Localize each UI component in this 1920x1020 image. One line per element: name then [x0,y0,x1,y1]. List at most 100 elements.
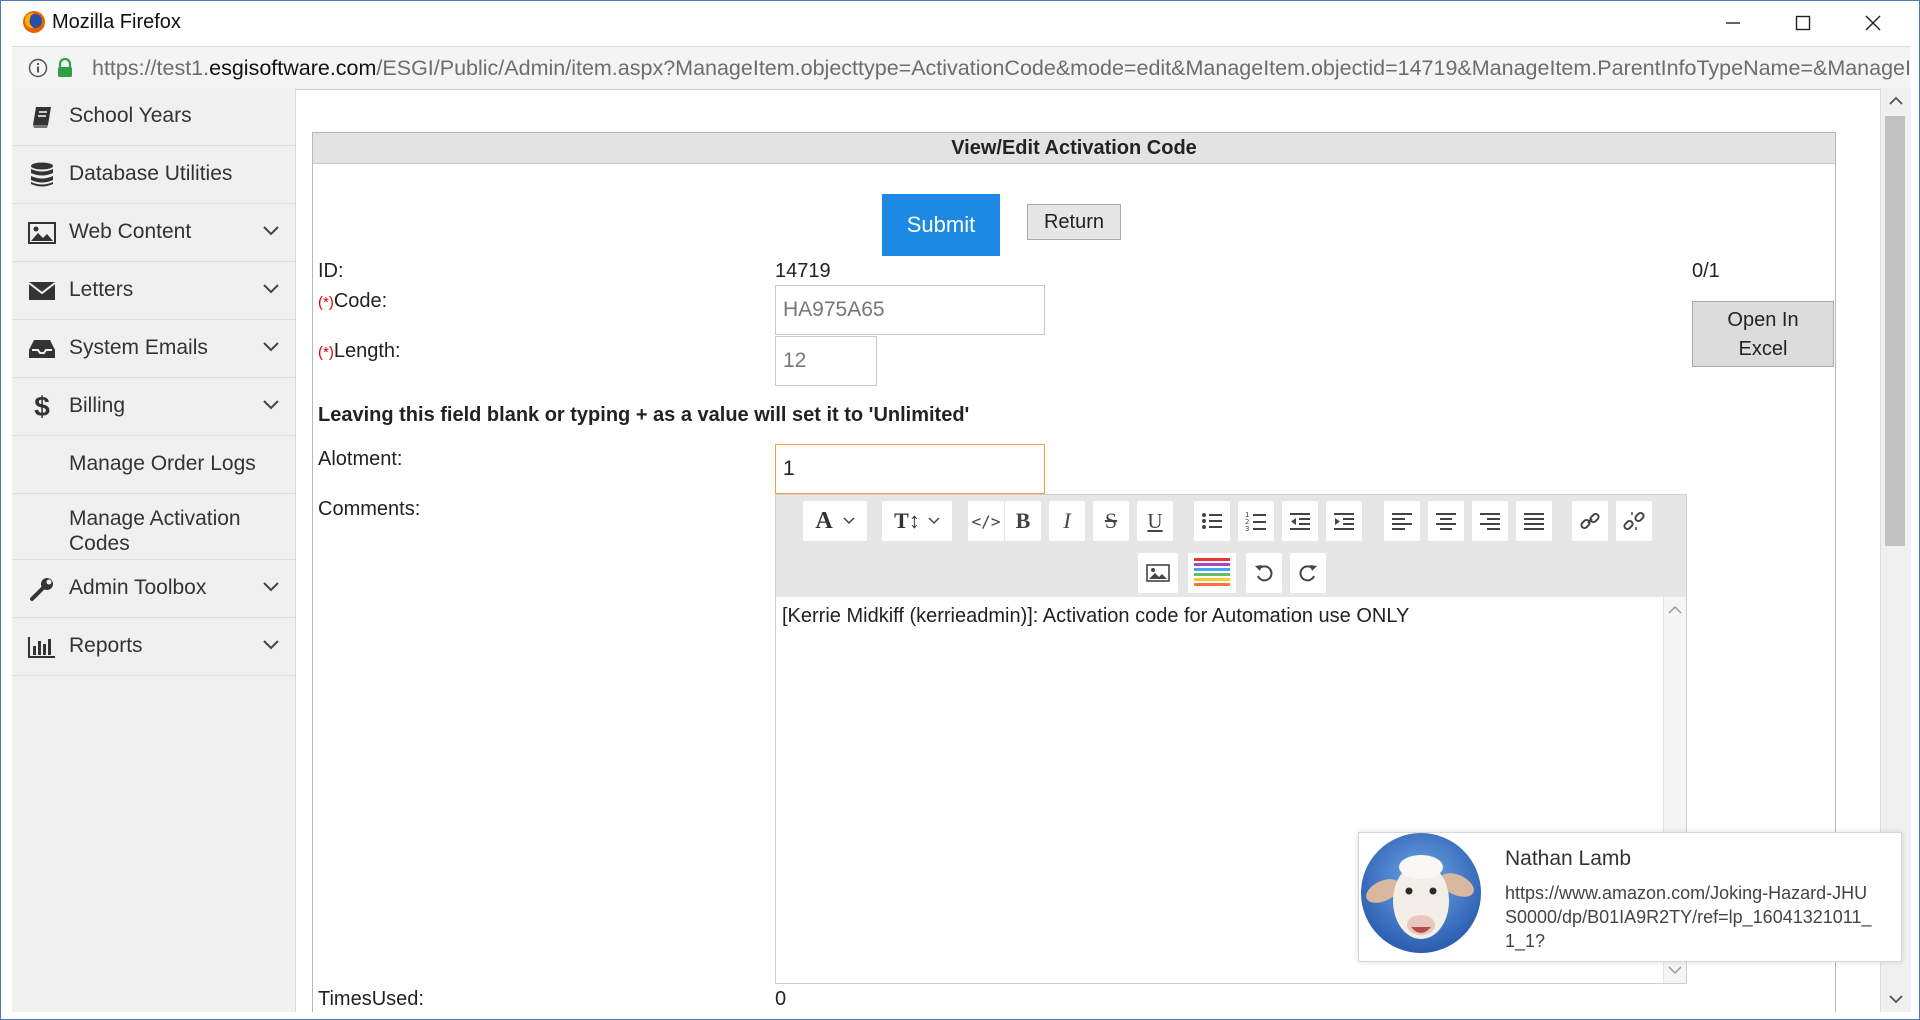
font-button[interactable]: A [803,501,867,541]
text-size-button[interactable]: T↕ [882,501,952,541]
notification-sender: Nathan Lamb [1505,847,1632,870]
color-palette-button[interactable] [1188,553,1236,593]
sidebar-item-label: Manage Order Logs [69,452,256,475]
bar-chart-icon [28,634,56,660]
notification-body: https://www.amazon.com/Joking-Hazard-JHU… [1505,883,1872,951]
chevron-down-icon[interactable] [263,284,279,294]
numbered-list-icon: 123 [1245,511,1266,531]
chevron-down-icon[interactable] [263,226,279,236]
wrench-icon [28,576,56,602]
code-field[interactable] [775,285,1045,335]
sidebar-item-system-emails[interactable]: System Emails [12,320,295,378]
maximize-button[interactable] [1770,0,1836,46]
code-button[interactable]: </> [968,501,1004,541]
strikethrough-icon: S [1104,508,1118,533]
sidebar-item-manage-activation-codes[interactable]: Manage Activation Codes [12,494,295,560]
sidebar-item-label: Billing [69,394,126,417]
sidebar-item-label: System Emails [69,336,208,359]
sidebar-item-reports[interactable]: Reports [12,618,295,676]
insert-image-button[interactable] [1138,553,1178,593]
image-icon [28,220,56,246]
bullet-list-button[interactable] [1194,501,1230,541]
envelope-icon [28,278,56,304]
comments-label: Comments: [318,498,421,520]
italic-icon: I [1063,508,1071,533]
sidebar-item-database-utilities[interactable]: Database Utilities [12,146,295,204]
database-icon [28,162,56,188]
unlimited-note: Leaving this field blank or typing + as … [318,404,970,426]
sidebar-item-school-years[interactable]: School Years [12,88,295,146]
return-button[interactable]: Return [1027,204,1121,240]
scroll-up-icon[interactable] [1668,605,1682,615]
sidebar-item-web-content[interactable]: Web Content [12,204,295,262]
open-in-excel-button[interactable]: Open In Excel [1692,301,1834,367]
id-value: 14719 [775,260,831,282]
chevron-down-icon [843,517,855,525]
font-icon: A [815,507,833,534]
link-button[interactable] [1572,501,1608,541]
sidebar-item-letters[interactable]: Letters [12,262,295,320]
panel-title: View/Edit Activation Code [313,133,1835,164]
redo-icon [1299,565,1317,582]
redo-button[interactable] [1290,553,1326,593]
sidebar-item-label: Letters [69,278,134,301]
bold-button[interactable]: B [1005,501,1041,541]
align-center-button[interactable] [1428,501,1464,541]
align-center-icon [1436,513,1456,530]
chevron-down-icon[interactable] [263,582,279,592]
undo-button[interactable] [1246,553,1282,593]
underline-button[interactable]: U [1137,501,1173,541]
bullet-list-icon [1202,513,1222,529]
scroll-up-icon[interactable] [1889,96,1903,106]
times-used-label: TimesUsed: [318,988,424,1010]
info-icon[interactable] [28,58,48,78]
indent-icon [1334,513,1354,530]
align-right-button[interactable] [1472,501,1508,541]
comments-text[interactable]: [Kerrie Midkiff (kerrieadmin)]: Activati… [782,605,1409,628]
length-field[interactable] [775,336,877,386]
minimize-icon [1726,22,1740,24]
allotment-field[interactable] [775,444,1045,494]
text-size-icon: T↕ [894,508,920,533]
sidebar-item-label: Web Content [69,220,192,243]
color-palette-icon [1194,558,1230,586]
unlink-button[interactable] [1616,501,1652,541]
chevron-down-icon [928,517,940,525]
scroll-down-icon[interactable] [1668,965,1682,975]
scrollbar-thumb[interactable] [1885,116,1905,546]
scroll-down-icon[interactable] [1889,994,1903,1004]
strikethrough-button[interactable]: S [1093,501,1129,541]
align-left-icon [1392,513,1412,530]
minimize-button[interactable] [1700,0,1766,46]
align-left-button[interactable] [1384,501,1420,541]
close-icon [1865,15,1881,31]
chevron-down-icon[interactable] [263,640,279,650]
outdent-button[interactable] [1282,501,1318,541]
notification-popup[interactable]: Nathan Lamb https://www.amazon.com/Jokin… [1358,832,1902,962]
url-text[interactable]: https://test1.esgisoftware.com/ESGI/Publ… [92,56,1910,81]
maximize-icon [1795,15,1811,31]
sidebar-item-admin-toolbox[interactable]: Admin Toolbox [12,560,295,618]
dollar-icon: $ [34,391,50,422]
justify-button[interactable] [1516,501,1552,541]
address-bar[interactable]: https://test1.esgisoftware.com/ESGI/Publ… [12,46,1910,90]
indent-button[interactable] [1326,501,1362,541]
link-icon [1580,512,1600,530]
insert-image-icon [1146,564,1170,582]
bold-icon: B [1015,508,1031,533]
chevron-down-icon[interactable] [263,400,279,410]
sidebar-item-billing[interactable]: $ Billing [12,378,295,436]
times-used-value: 0 [775,988,787,1010]
numbered-list-button[interactable]: 123 [1238,501,1274,541]
length-label: (*)Length: [318,340,401,362]
italic-button[interactable]: I [1049,501,1085,541]
firefox-logo-icon [23,11,45,33]
code-icon: </> [971,511,1001,531]
align-right-icon [1480,513,1500,530]
submit-button[interactable]: Submit [882,194,1000,256]
sidebar-item-manage-order-logs[interactable]: Manage Order Logs [12,436,295,494]
close-button[interactable] [1840,0,1906,46]
chevron-down-icon[interactable] [263,342,279,352]
counter-value: 0/1 [1692,260,1720,282]
sidebar-item-label: Reports [69,634,143,657]
